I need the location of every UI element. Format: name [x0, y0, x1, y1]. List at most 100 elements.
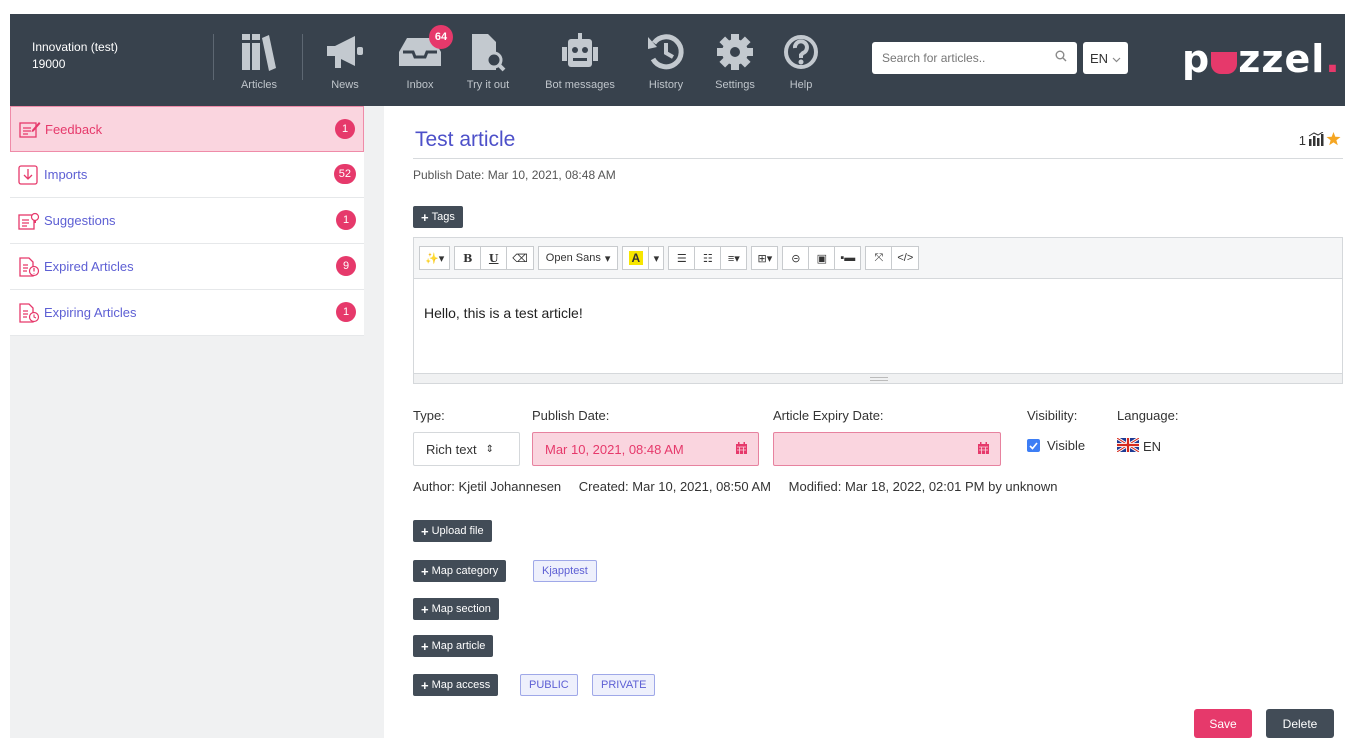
- align-dropdown[interactable]: ≡▾: [720, 246, 748, 270]
- history-icon: [647, 30, 685, 74]
- sidebar-item-expiring-articles[interactable]: Expiring Articles 1: [10, 290, 364, 336]
- search-input[interactable]: [882, 51, 1055, 65]
- map-category-button[interactable]: + Map category: [413, 560, 507, 582]
- map-section-button[interactable]: + Map section: [413, 598, 499, 620]
- gear-icon: [717, 30, 753, 74]
- nav-settings[interactable]: Settings: [709, 30, 761, 96]
- bold-button[interactable]: B: [454, 246, 482, 270]
- type-select[interactable]: Rich text ⇕: [413, 432, 520, 466]
- link-button[interactable]: ⊝: [782, 246, 810, 270]
- font-family-dropdown[interactable]: Open Sans ▾: [537, 246, 619, 270]
- nav-label: Inbox: [406, 79, 434, 91]
- calendar-icon[interactable]: [977, 442, 990, 458]
- fullscreen-button[interactable]: ⤧: [865, 246, 893, 270]
- upload-file-button[interactable]: + Upload file: [413, 520, 492, 542]
- table-dropdown[interactable]: ⊞▾: [751, 246, 779, 270]
- highlight-color-button[interactable]: A: [622, 246, 650, 270]
- code-view-button[interactable]: </>: [891, 246, 920, 270]
- add-tags-button[interactable]: + Tags: [413, 206, 463, 228]
- visibility-label: Visibility:: [1027, 408, 1078, 423]
- sidebar-item-label: Expiring Articles: [44, 305, 137, 320]
- nav-inbox[interactable]: 64 Inbox: [394, 25, 453, 96]
- stats-icon: [1308, 131, 1324, 149]
- editor-resize-handle[interactable]: [414, 373, 1342, 383]
- uk-flag-icon: [1116, 436, 1140, 455]
- numbered-list-icon: ☷: [702, 252, 713, 265]
- sidebar-item-imports[interactable]: Imports 52: [10, 152, 364, 198]
- sidebar-item-expired-articles[interactable]: Expired Articles 9: [10, 244, 364, 290]
- expiring-icon: [18, 302, 40, 324]
- numbered-list-button[interactable]: ☷: [694, 246, 722, 270]
- expiry-date-label: Article Expiry Date:: [773, 408, 884, 423]
- plus-icon: +: [421, 677, 429, 693]
- language-value: EN: [1089, 50, 1109, 66]
- modified-text: Modified: Mar 18, 2022, 02:01 PM by unkn…: [788, 479, 1058, 494]
- language-select[interactable]: EN: [1083, 42, 1128, 74]
- plus-icon: +: [421, 523, 429, 539]
- article-language[interactable]: EN: [1116, 436, 1161, 455]
- nav-label: Settings: [715, 79, 755, 91]
- visible-checkbox[interactable]: [1027, 439, 1040, 452]
- save-button[interactable]: Save: [1194, 709, 1252, 738]
- created-text: Created: Mar 10, 2021, 08:50 AM: [578, 479, 772, 494]
- bold-icon: B: [463, 251, 473, 265]
- plus-icon: +: [421, 638, 429, 654]
- article-editor-panel: Test article 1 Publish Date: Mar 10, 202…: [413, 106, 1343, 738]
- nav-bot-messages[interactable]: Bot messages: [540, 30, 620, 96]
- sidebar-item-feedback[interactable]: Feedback 1: [10, 106, 364, 152]
- search-box: [872, 42, 1077, 74]
- nav-news[interactable]: News: [322, 30, 368, 96]
- publish-date-input[interactable]: Mar 10, 2021, 08:48 AM: [532, 432, 759, 466]
- nav-label: History: [648, 79, 684, 91]
- expiry-date-input[interactable]: [773, 432, 1001, 466]
- video-button[interactable]: ▪▬: [834, 246, 862, 270]
- caret-down-icon: ▾: [604, 252, 611, 265]
- bullet-list-icon: ☰: [676, 252, 687, 265]
- nav-try-it-out[interactable]: Try it out: [461, 30, 515, 96]
- image-button[interactable]: ▣: [808, 246, 836, 270]
- robot-icon: [560, 30, 600, 74]
- feedback-icon: [19, 118, 41, 140]
- category-chip[interactable]: Kjapptest: [533, 560, 597, 582]
- underline-icon: U: [488, 251, 499, 265]
- count-badge: 1: [335, 119, 355, 139]
- link-icon: ⊝: [791, 252, 801, 265]
- nav-articles[interactable]: Articles: [234, 30, 284, 96]
- expired-icon: [18, 256, 40, 278]
- count-badge: 9: [336, 256, 356, 276]
- help-icon: [783, 30, 819, 74]
- nav-history[interactable]: History: [643, 30, 689, 96]
- page-title: Test article: [415, 128, 516, 151]
- clear-format-button[interactable]: ⌫: [506, 246, 534, 270]
- editor-content[interactable]: Hello, this is a test article!: [414, 279, 1342, 373]
- nav-label: Try it out: [466, 79, 510, 91]
- article-rating[interactable]: 1: [1299, 131, 1341, 149]
- publish-date-label: Publish Date:: [532, 408, 610, 423]
- puzzel-logo: p zzel.: [1182, 37, 1341, 81]
- highlight-color-dropdown[interactable]: ▾: [648, 246, 665, 270]
- language-label: Language:: [1117, 408, 1179, 423]
- sidebar-item-suggestions[interactable]: Suggestions 1: [10, 198, 364, 244]
- inbox-icon: 64: [399, 25, 453, 74]
- access-chip-private[interactable]: PRIVATE: [592, 674, 656, 696]
- calendar-icon[interactable]: [735, 442, 748, 458]
- title-divider: [413, 158, 1343, 159]
- bullet-list-button[interactable]: ☰: [668, 246, 696, 270]
- nav-help[interactable]: Help: [781, 30, 821, 96]
- tenant-name: Innovation (test): [32, 40, 119, 54]
- video-icon: ▪▬: [840, 252, 856, 264]
- code-icon: </>: [897, 252, 914, 264]
- align-icon: ≡▾: [727, 252, 740, 265]
- map-access-button[interactable]: + Map access: [413, 674, 499, 696]
- access-chip-public[interactable]: PUBLIC: [520, 674, 578, 696]
- table-icon: ⊞▾: [757, 252, 773, 265]
- underline-button[interactable]: U: [480, 246, 508, 270]
- sidebar-item-label: Imports: [44, 167, 88, 182]
- suggestion-icon: [18, 210, 40, 232]
- tenant-info: Innovation (test) 19000: [32, 39, 118, 73]
- delete-button[interactable]: Delete: [1266, 709, 1334, 738]
- visibility-toggle[interactable]: Visible: [1027, 438, 1085, 453]
- search-icon[interactable]: [1055, 49, 1067, 67]
- magic-wand-button[interactable]: ✨▾: [419, 246, 451, 270]
- map-article-button[interactable]: + Map article: [413, 635, 494, 657]
